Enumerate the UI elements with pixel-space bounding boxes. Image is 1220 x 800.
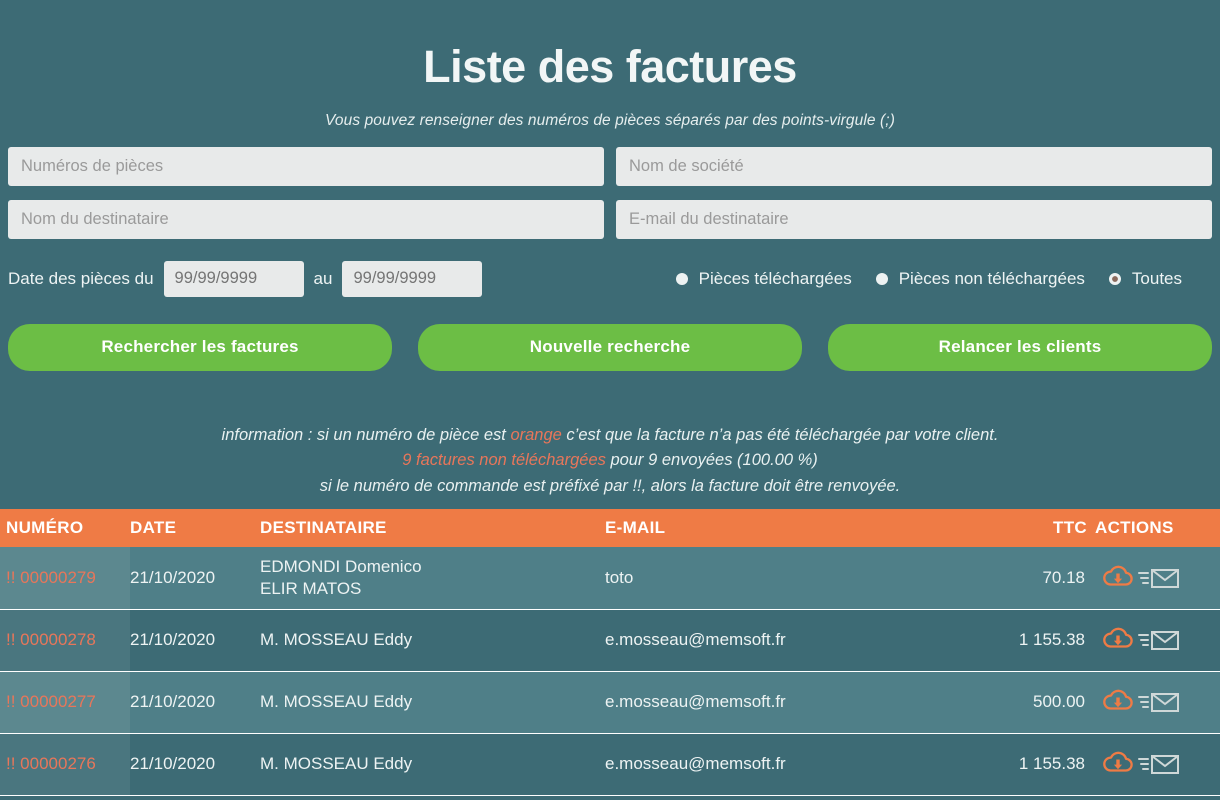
filter-row: Date des pièces du au Pièces téléchargée… (0, 259, 1220, 299)
invoice-table-body: !! 00000279 21/10/2020 EDMONDI Domenico … (0, 547, 1220, 796)
cloud-download-icon[interactable] (1101, 626, 1135, 654)
radio-dot-icon[interactable] (675, 272, 688, 285)
cell-date: 21/10/2020 (130, 671, 260, 734)
cell-actions (1095, 609, 1220, 672)
date-to-input[interactable] (342, 260, 483, 297)
cell-date: 21/10/2020 (130, 733, 260, 796)
cell-email: e.mosseau@memsoft.fr (605, 609, 985, 672)
date-range-group: Date des pièces du au (8, 260, 483, 297)
table-row[interactable]: !! 00000277 21/10/2020 M. MOSSEAU Eddy e… (0, 671, 1220, 734)
column-header-email[interactable]: E-MAIL (605, 509, 985, 548)
cell-ttc: 500.00 (985, 671, 1095, 734)
radio-label: Pièces non téléchargées (898, 268, 1085, 288)
cell-numero[interactable]: !! 00000276 (0, 733, 130, 796)
cell-numero[interactable]: !! 00000279 (0, 547, 130, 610)
cell-numero[interactable]: !! 00000277 (0, 671, 130, 734)
row-actions (1101, 626, 1220, 654)
cell-numero[interactable]: !! 00000278 (0, 609, 130, 672)
form-row-2 (8, 199, 1212, 239)
cell-ttc: 1 155.38 (985, 733, 1095, 796)
cell-ttc: 70.18 (985, 547, 1095, 610)
numeros-de-pieces-input[interactable] (8, 146, 604, 186)
row-actions (1101, 750, 1220, 778)
nom-du-destinataire-input[interactable] (8, 199, 604, 239)
remind-clients-button[interactable]: Relancer les clients (828, 323, 1212, 371)
row-actions (1101, 688, 1220, 716)
cell-date: 21/10/2020 (130, 547, 260, 610)
table-row[interactable]: !! 00000276 21/10/2020 M. MOSSEAU Eddy e… (0, 733, 1220, 796)
destinataire-line-1: M. MOSSEAU Eddy (260, 630, 413, 650)
column-header-destinataire[interactable]: DESTINATAIRE (260, 509, 605, 548)
info-line-1-part1: information : si un numéro de pièce est (221, 425, 511, 444)
table-header-row: NUMÉRO DATE DESTINATAIRE E-MAIL TTC ACTI… (0, 509, 1220, 548)
invoice-list-page: Liste des factures Vous pouvez renseigne… (0, 0, 1220, 800)
nom-de-societe-input[interactable] (616, 146, 1212, 186)
cell-date: 21/10/2020 (130, 609, 260, 672)
cell-email: toto (605, 547, 985, 610)
cloud-download-icon[interactable] (1101, 688, 1135, 716)
send-email-icon[interactable] (1137, 750, 1181, 778)
info-line-1-part2: c’est que la facture n’a pas été télécha… (561, 425, 999, 444)
radio-label: Pièces téléchargées (698, 268, 852, 288)
table-row[interactable]: !! 00000278 21/10/2020 M. MOSSEAU Eddy e… (0, 609, 1220, 672)
page-subtitle: Vous pouvez renseigner des numéros de pi… (325, 111, 895, 129)
cell-email: e.mosseau@memsoft.fr (605, 733, 985, 796)
radio-pieces-non-telechargees[interactable]: Pièces non téléchargées (875, 268, 1085, 289)
search-form (0, 146, 1220, 239)
info-block: information : si un numéro de pièce est … (0, 423, 1220, 500)
date-from-input[interactable] (163, 260, 304, 297)
column-header-numero[interactable]: NUMÉRO (0, 509, 130, 548)
cell-actions (1095, 671, 1220, 734)
action-button-row: Rechercher les factures Nouvelle recherc… (0, 323, 1220, 371)
cell-ttc: 1 155.38 (985, 609, 1095, 672)
invoice-table-wrapper: NUMÉRO DATE DESTINATAIRE E-MAIL TTC ACTI… (0, 509, 1220, 796)
date-range-separator-label: au (313, 268, 333, 288)
email-du-destinataire-input[interactable] (616, 199, 1212, 239)
radio-dot-icon[interactable] (875, 272, 888, 285)
form-row-1 (8, 146, 1212, 186)
sent-count-text: pour 9 envoyées (100.00 %) (605, 451, 818, 470)
cell-destinataire: M. MOSSEAU Eddy (260, 733, 605, 796)
non-downloaded-count-text: 9 factures non téléchargées (402, 451, 606, 470)
cell-destinataire: M. MOSSEAU Eddy (260, 609, 605, 672)
radio-toutes[interactable]: Toutes (1108, 268, 1182, 289)
cell-actions (1095, 547, 1220, 610)
info-line-1: information : si un numéro de pièce est … (0, 423, 1220, 449)
destinataire-line-1: M. MOSSEAU Eddy (260, 754, 413, 774)
radio-pieces-telechargees[interactable]: Pièces téléchargées (675, 268, 852, 289)
send-email-icon[interactable] (1137, 564, 1181, 592)
search-invoices-button[interactable]: Rechercher les factures (8, 323, 392, 371)
radio-label: Toutes (1131, 268, 1182, 288)
destinataire-line-1: M. MOSSEAU Eddy (260, 692, 413, 712)
column-header-actions: ACTIONS (1095, 509, 1220, 548)
invoice-table: NUMÉRO DATE DESTINATAIRE E-MAIL TTC ACTI… (0, 509, 1220, 796)
invoice-table-head: NUMÉRO DATE DESTINATAIRE E-MAIL TTC ACTI… (0, 509, 1220, 548)
column-header-ttc[interactable]: TTC (985, 509, 1095, 548)
column-header-date[interactable]: DATE (130, 509, 260, 548)
info-line-2: 9 factures non téléchargées pour 9 envoy… (0, 448, 1220, 474)
destinataire-line-2: ELIR MATOS (260, 578, 362, 598)
info-line-3: si le numéro de commande est préfixé par… (319, 476, 901, 495)
cell-destinataire: M. MOSSEAU Eddy (260, 671, 605, 734)
row-actions (1101, 564, 1220, 592)
page-title: Liste des factures (423, 41, 797, 92)
info-orange-word: orange (510, 425, 562, 444)
date-range-label: Date des pièces du (8, 268, 154, 288)
download-status-radio-group: Pièces téléchargées Pièces non télécharg… (675, 268, 1212, 289)
cell-actions (1095, 733, 1220, 796)
radio-dot-selected-icon[interactable] (1108, 272, 1121, 285)
table-row[interactable]: !! 00000279 21/10/2020 EDMONDI Domenico … (0, 547, 1220, 610)
cell-email: e.mosseau@memsoft.fr (605, 671, 985, 734)
cloud-download-icon[interactable] (1101, 564, 1135, 592)
send-email-icon[interactable] (1137, 626, 1181, 654)
send-email-icon[interactable] (1137, 688, 1181, 716)
cloud-download-icon[interactable] (1101, 750, 1135, 778)
cell-destinataire: EDMONDI Domenico ELIR MATOS (260, 547, 605, 610)
destinataire-line-1: EDMONDI Domenico (260, 557, 422, 577)
new-search-button[interactable]: Nouvelle recherche (418, 323, 802, 371)
